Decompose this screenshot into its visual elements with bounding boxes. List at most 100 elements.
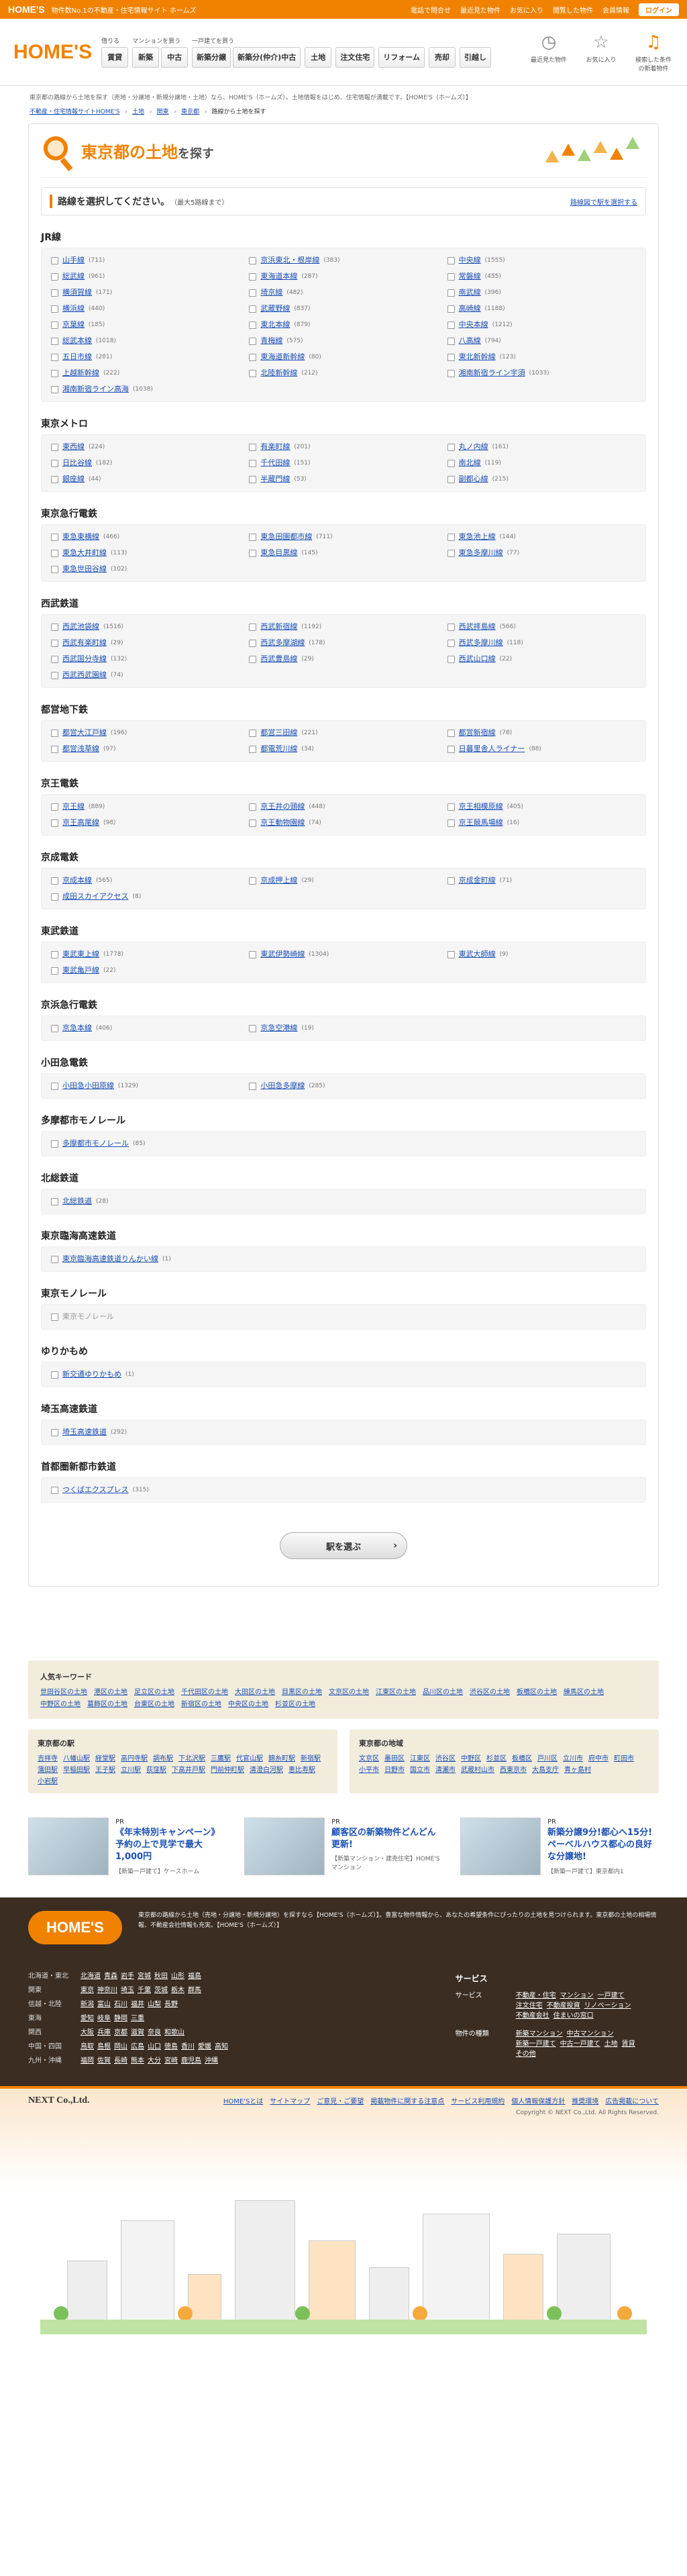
station-link[interactable]: 錦糸町駅 <box>268 1752 295 1763</box>
station-link[interactable]: 代官山駅 <box>236 1752 263 1763</box>
city-link[interactable]: 板橋区 <box>512 1752 532 1763</box>
line-checkbox[interactable] <box>447 730 455 737</box>
login-button[interactable]: ログイン <box>639 3 679 16</box>
line-option[interactable]: 京急本線 (406) <box>51 1023 240 1034</box>
line-checkbox[interactable] <box>51 656 58 663</box>
line-name[interactable]: 東海道本線 <box>260 271 297 282</box>
line-name[interactable]: 東西線 <box>62 442 85 452</box>
city-link[interactable]: 立川市 <box>563 1752 583 1763</box>
service-link[interactable]: 新築一戸建て <box>516 2038 556 2048</box>
line-name[interactable]: 西武池袋線 <box>62 622 99 632</box>
city-link[interactable]: 文京区 <box>359 1752 379 1763</box>
line-name[interactable]: 西武豊島線 <box>260 654 297 664</box>
station-link[interactable]: 恵比寿駅 <box>288 1764 315 1774</box>
line-option[interactable]: 埼京線 (482) <box>249 287 437 298</box>
line-option[interactable]: 丸ノ内線 (161) <box>447 442 636 452</box>
footer-logo[interactable]: HOME'S <box>28 1911 122 1945</box>
city-link[interactable]: 大島支庁 <box>532 1764 559 1774</box>
footer-bottom-link[interactable]: サイトマップ <box>270 2098 310 2106</box>
prefecture-link[interactable]: 徳島 <box>164 2043 178 2050</box>
line-name[interactable]: 京成押上線 <box>260 875 297 886</box>
line-option[interactable]: 京浜東北・根岸線 (383) <box>249 255 437 266</box>
line-option[interactable]: 高崎線 (1188) <box>447 303 636 314</box>
line-name[interactable]: 上越新幹線 <box>62 368 99 379</box>
line-name[interactable]: 京急本線 <box>62 1023 92 1034</box>
line-name[interactable]: 都営大江戸線 <box>62 728 107 738</box>
service-link[interactable]: 不動産・住宅 <box>516 1989 556 1999</box>
line-option[interactable]: 西武西武園線 (74) <box>51 670 240 681</box>
line-option[interactable]: 東武伊勢崎線 (1304) <box>249 949 437 960</box>
prefecture-link[interactable]: 福島 <box>188 1973 201 1980</box>
line-name[interactable]: 東武伊勢崎線 <box>260 949 305 960</box>
footer-bottom-link[interactable]: HOME'Sとは <box>223 2098 263 2106</box>
line-checkbox[interactable] <box>51 1140 58 1148</box>
line-option[interactable]: 東北本線 (879) <box>249 319 437 330</box>
line-name[interactable]: 東急目黒線 <box>260 548 297 558</box>
prefecture-link[interactable]: 愛知 <box>81 2015 94 2022</box>
line-name[interactable]: 都営浅草線 <box>62 744 99 754</box>
line-checkbox[interactable] <box>447 877 455 885</box>
footer-bottom-link[interactable]: サービス利用規約 <box>451 2098 505 2106</box>
line-option[interactable]: 小田急小田原線 (1329) <box>51 1081 240 1091</box>
line-checkbox[interactable] <box>51 1371 58 1379</box>
line-option[interactable]: 京王動物園線 (74) <box>249 818 437 828</box>
station-link[interactable]: 王子駅 <box>95 1764 115 1774</box>
nav-button[interactable]: 新築 <box>132 46 160 68</box>
line-name[interactable]: 京王高尾線 <box>62 818 99 828</box>
line-option[interactable]: 武蔵野線 (837) <box>249 303 437 314</box>
line-name[interactable]: 横須賀線 <box>62 287 92 298</box>
prefecture-link[interactable]: 福岡 <box>81 2057 94 2065</box>
station-link[interactable]: 吉祥寺 <box>38 1752 58 1763</box>
homes-logo[interactable]: HOME'S <box>13 41 92 64</box>
prefecture-link[interactable]: 島根 <box>97 2043 111 2050</box>
service-link[interactable]: 賃貸 <box>622 2038 635 2048</box>
line-name[interactable]: 山手線 <box>62 255 85 266</box>
service-link[interactable]: 不動産投資 <box>547 1999 580 2010</box>
line-option[interactable]: 都営浅草線 (97) <box>51 744 240 754</box>
line-checkbox[interactable] <box>51 444 58 451</box>
line-option[interactable]: 副都心線 (215) <box>447 474 636 485</box>
line-name[interactable]: 都電荒川線 <box>260 744 297 754</box>
line-checkbox[interactable] <box>249 1025 257 1032</box>
city-link[interactable]: 墨田区 <box>384 1752 405 1763</box>
line-name[interactable]: 南北線 <box>459 458 481 468</box>
nav-button[interactable]: 新築分(仲介)中古 <box>233 46 301 68</box>
nav-button[interactable]: 新築分譲 <box>192 46 231 68</box>
line-option[interactable]: 青梅線 (575) <box>249 336 437 346</box>
keyword-link[interactable]: 葛飾区の土地 <box>87 1698 127 1708</box>
line-option[interactable]: 南武線 (396) <box>447 287 636 298</box>
line-checkbox[interactable] <box>51 640 58 647</box>
city-link[interactable]: 戸川区 <box>537 1752 558 1763</box>
line-checkbox[interactable] <box>447 338 455 345</box>
line-name[interactable]: 東急世田谷線 <box>62 564 107 575</box>
prefecture-link[interactable]: 秋田 <box>154 1973 168 1980</box>
recent-button[interactable]: ◷ 最近見た物件 <box>529 32 569 72</box>
prefecture-link[interactable]: 香川 <box>181 2043 195 2050</box>
line-checkbox[interactable] <box>447 951 455 958</box>
keyword-link[interactable]: 江東区の土地 <box>376 1686 416 1696</box>
line-name[interactable]: 小田急小田原線 <box>62 1081 114 1091</box>
line-checkbox[interactable] <box>51 893 58 901</box>
prefecture-link[interactable]: 群馬 <box>188 1987 201 1994</box>
line-name[interactable]: 東急東横線 <box>62 532 99 542</box>
pr-banner[interactable]: PR 新築分譲9分!都心へ15分!ペーベルハウス都心の良好な分譲地! 【新築一戸建て… <box>460 1818 659 1876</box>
line-checkbox[interactable] <box>51 1429 58 1436</box>
line-name[interactable]: 小田急多摩線 <box>260 1081 305 1091</box>
line-checkbox[interactable] <box>249 730 257 737</box>
nav-button[interactable]: 引越し <box>459 46 491 68</box>
next-logo[interactable]: NEXT Co.,Ltd. <box>28 2095 90 2116</box>
prefecture-link[interactable]: 兵庫 <box>97 2029 111 2036</box>
line-checkbox[interactable] <box>447 273 455 281</box>
footer-bottom-link[interactable]: 掲載物件に関する注意点 <box>370 2098 444 2106</box>
line-option[interactable]: 京成金町線 (71) <box>447 875 636 886</box>
line-name[interactable]: 丸ノ内線 <box>459 442 488 452</box>
keyword-link[interactable]: 台東区の土地 <box>134 1698 174 1708</box>
line-name[interactable]: 湘南新宿ライン高海 <box>62 384 129 395</box>
line-name[interactable]: 京浜東北・根岸線 <box>260 255 319 266</box>
city-link[interactable]: 中野区 <box>461 1752 481 1763</box>
line-checkbox[interactable] <box>447 444 455 451</box>
line-name[interactable]: 総武本線 <box>62 336 92 346</box>
keyword-link[interactable]: 足立区の土地 <box>134 1686 174 1696</box>
prefecture-link[interactable]: 静岡 <box>114 2015 127 2022</box>
line-name[interactable]: 高崎線 <box>459 303 481 314</box>
